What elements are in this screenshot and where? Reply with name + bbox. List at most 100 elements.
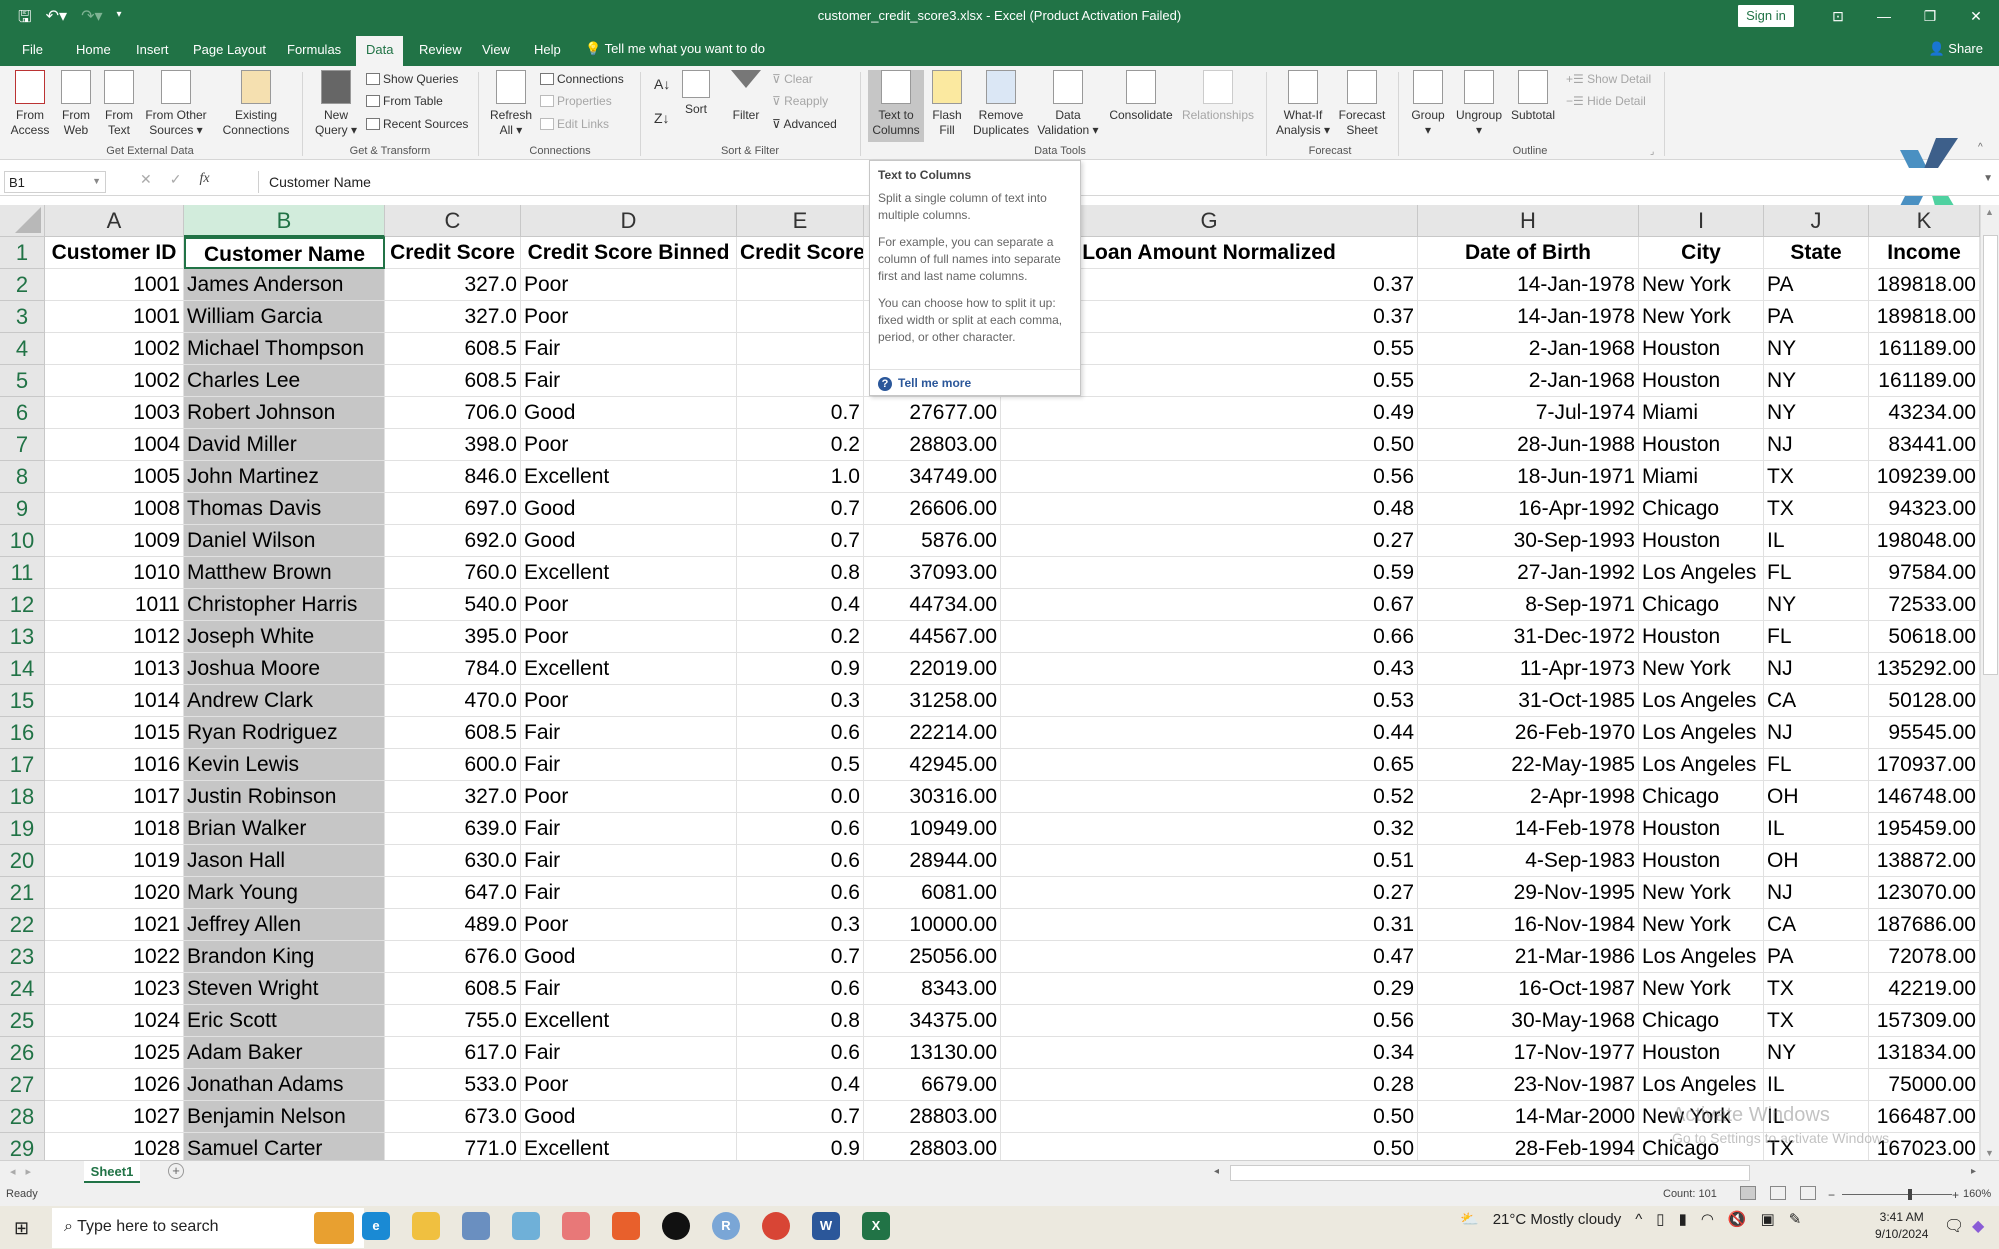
table-cell[interactable]: New York — [1639, 877, 1764, 909]
table-cell[interactable]: 0.34 — [1001, 1037, 1418, 1069]
table-cell[interactable]: 131834.00 — [1869, 1037, 1980, 1069]
table-cell[interactable]: Los Angeles — [1639, 749, 1764, 781]
table-cell[interactable]: 31258.00 — [864, 685, 1001, 717]
meet-icon[interactable]: ▣ — [1761, 1210, 1775, 1228]
flash-fill-button[interactable]: Flash Fill — [930, 70, 964, 138]
consolidate-button[interactable]: Consolidate — [1108, 70, 1174, 123]
table-cell[interactable]: Mark Young — [184, 877, 385, 909]
row-header[interactable]: 17 — [0, 749, 45, 781]
table-cell[interactable]: 0.9 — [737, 653, 864, 685]
table-cell[interactable]: 8-Sep-1971 — [1418, 589, 1639, 621]
column-header-a[interactable]: A — [45, 205, 184, 237]
table-cell[interactable]: 0.27 — [1001, 877, 1418, 909]
insert-function-icon[interactable]: fx — [199, 171, 209, 188]
table-cell[interactable]: 10949.00 — [864, 813, 1001, 845]
table-cell[interactable]: 189818.00 — [1869, 301, 1980, 333]
table-cell[interactable]: 0.47 — [1001, 941, 1418, 973]
table-cell[interactable]: 647.0 — [385, 877, 521, 909]
table-cell[interactable]: 0.4 — [737, 589, 864, 621]
table-cell[interactable]: Poor — [521, 269, 737, 301]
table-cell[interactable]: NJ — [1764, 653, 1869, 685]
table-cell[interactable]: 0.66 — [1001, 621, 1418, 653]
table-cell[interactable]: Houston — [1639, 333, 1764, 365]
windows-start-icon[interactable]: ⊞ — [14, 1218, 29, 1239]
table-cell[interactable]: Kevin Lewis — [184, 749, 385, 781]
chevron-down-icon[interactable]: ▼ — [92, 176, 101, 186]
table-cell[interactable]: Fair — [521, 333, 737, 365]
table-cell[interactable]: 43234.00 — [1869, 397, 1980, 429]
table-cell[interactable]: 16-Nov-1984 — [1418, 909, 1639, 941]
table-cell[interactable]: 1019 — [45, 845, 184, 877]
header-cell[interactable]: Customer Name — [184, 237, 385, 269]
table-cell[interactable]: Poor — [521, 685, 737, 717]
table-cell[interactable]: 1020 — [45, 877, 184, 909]
file-explorer-icon[interactable] — [412, 1212, 440, 1240]
table-cell[interactable]: 608.5 — [385, 333, 521, 365]
table-cell[interactable]: 4-Sep-1983 — [1418, 845, 1639, 877]
row-header[interactable]: 14 — [0, 653, 45, 685]
excel-icon[interactable]: X — [862, 1212, 890, 1240]
column-header-e[interactable]: E — [737, 205, 864, 237]
table-cell[interactable]: 161189.00 — [1869, 365, 1980, 397]
scroll-down-icon[interactable]: ▼ — [1985, 1148, 1994, 1158]
table-cell[interactable]: 0.59 — [1001, 557, 1418, 589]
table-cell[interactable]: 22214.00 — [864, 717, 1001, 749]
table-cell[interactable]: 13130.00 — [864, 1037, 1001, 1069]
table-cell[interactable]: 0.3 — [737, 685, 864, 717]
table-cell[interactable]: Chicago — [1639, 493, 1764, 525]
table-cell[interactable]: 395.0 — [385, 621, 521, 653]
table-cell[interactable] — [737, 365, 864, 397]
table-cell[interactable]: Excellent — [521, 1133, 737, 1160]
table-cell[interactable]: 0.7 — [737, 397, 864, 429]
row-header[interactable]: 16 — [0, 717, 45, 749]
table-cell[interactable]: Poor — [521, 621, 737, 653]
table-cell[interactable]: Poor — [521, 589, 737, 621]
show-hidden-icons[interactable]: ^ — [1635, 1211, 1642, 1228]
table-cell[interactable]: 28803.00 — [864, 1133, 1001, 1160]
table-cell[interactable]: Brian Walker — [184, 813, 385, 845]
advanced-filter-button[interactable]: ⊽ Advanced — [772, 117, 837, 131]
table-cell[interactable]: 0.4 — [737, 1069, 864, 1101]
table-cell[interactable]: 1002 — [45, 333, 184, 365]
table-cell[interactable]: 697.0 — [385, 493, 521, 525]
row-header[interactable]: 18 — [0, 781, 45, 813]
table-cell[interactable]: Excellent — [521, 1005, 737, 1037]
page-break-view-icon[interactable] — [1800, 1186, 1816, 1200]
table-cell[interactable]: 0.50 — [1001, 429, 1418, 461]
table-cell[interactable]: 5876.00 — [864, 525, 1001, 557]
table-cell[interactable]: Jonathan Adams — [184, 1069, 385, 1101]
github-icon[interactable] — [662, 1212, 690, 1240]
table-cell[interactable]: 31-Oct-1985 — [1418, 685, 1639, 717]
chrome-icon[interactable] — [762, 1212, 790, 1240]
table-cell[interactable]: New York — [1639, 301, 1764, 333]
table-cell[interactable]: 398.0 — [385, 429, 521, 461]
tab-home[interactable]: Home — [76, 42, 111, 57]
table-cell[interactable]: 1011 — [45, 589, 184, 621]
table-cell[interactable]: 29-Nov-1995 — [1418, 877, 1639, 909]
table-cell[interactable]: 0.2 — [737, 621, 864, 653]
table-cell[interactable]: Good — [521, 493, 737, 525]
table-cell[interactable]: 28803.00 — [864, 429, 1001, 461]
table-cell[interactable]: 0.6 — [737, 717, 864, 749]
network-app-icon[interactable] — [462, 1212, 490, 1240]
table-cell[interactable]: 1013 — [45, 653, 184, 685]
table-cell[interactable]: New York — [1639, 653, 1764, 685]
table-cell[interactable]: FL — [1764, 749, 1869, 781]
table-cell[interactable]: PA — [1764, 301, 1869, 333]
ungroup-button[interactable]: Ungroup ▾ — [1452, 70, 1506, 138]
table-cell[interactable]: TX — [1764, 973, 1869, 1005]
table-cell[interactable]: 34375.00 — [864, 1005, 1001, 1037]
table-cell[interactable]: 1004 — [45, 429, 184, 461]
table-cell[interactable]: 27-Jan-1992 — [1418, 557, 1639, 589]
from-text-button[interactable]: From Text — [100, 70, 138, 138]
table-cell[interactable]: Houston — [1639, 845, 1764, 877]
table-cell[interactable]: 50618.00 — [1869, 621, 1980, 653]
table-cell[interactable]: Fair — [521, 365, 737, 397]
table-cell[interactable]: Los Angeles — [1639, 557, 1764, 589]
table-cell[interactable]: NJ — [1764, 429, 1869, 461]
table-cell[interactable]: 1009 — [45, 525, 184, 557]
table-cell[interactable]: Houston — [1639, 621, 1764, 653]
table-cell[interactable] — [737, 333, 864, 365]
table-cell[interactable]: 44567.00 — [864, 621, 1001, 653]
row-header[interactable]: 1 — [0, 237, 45, 269]
